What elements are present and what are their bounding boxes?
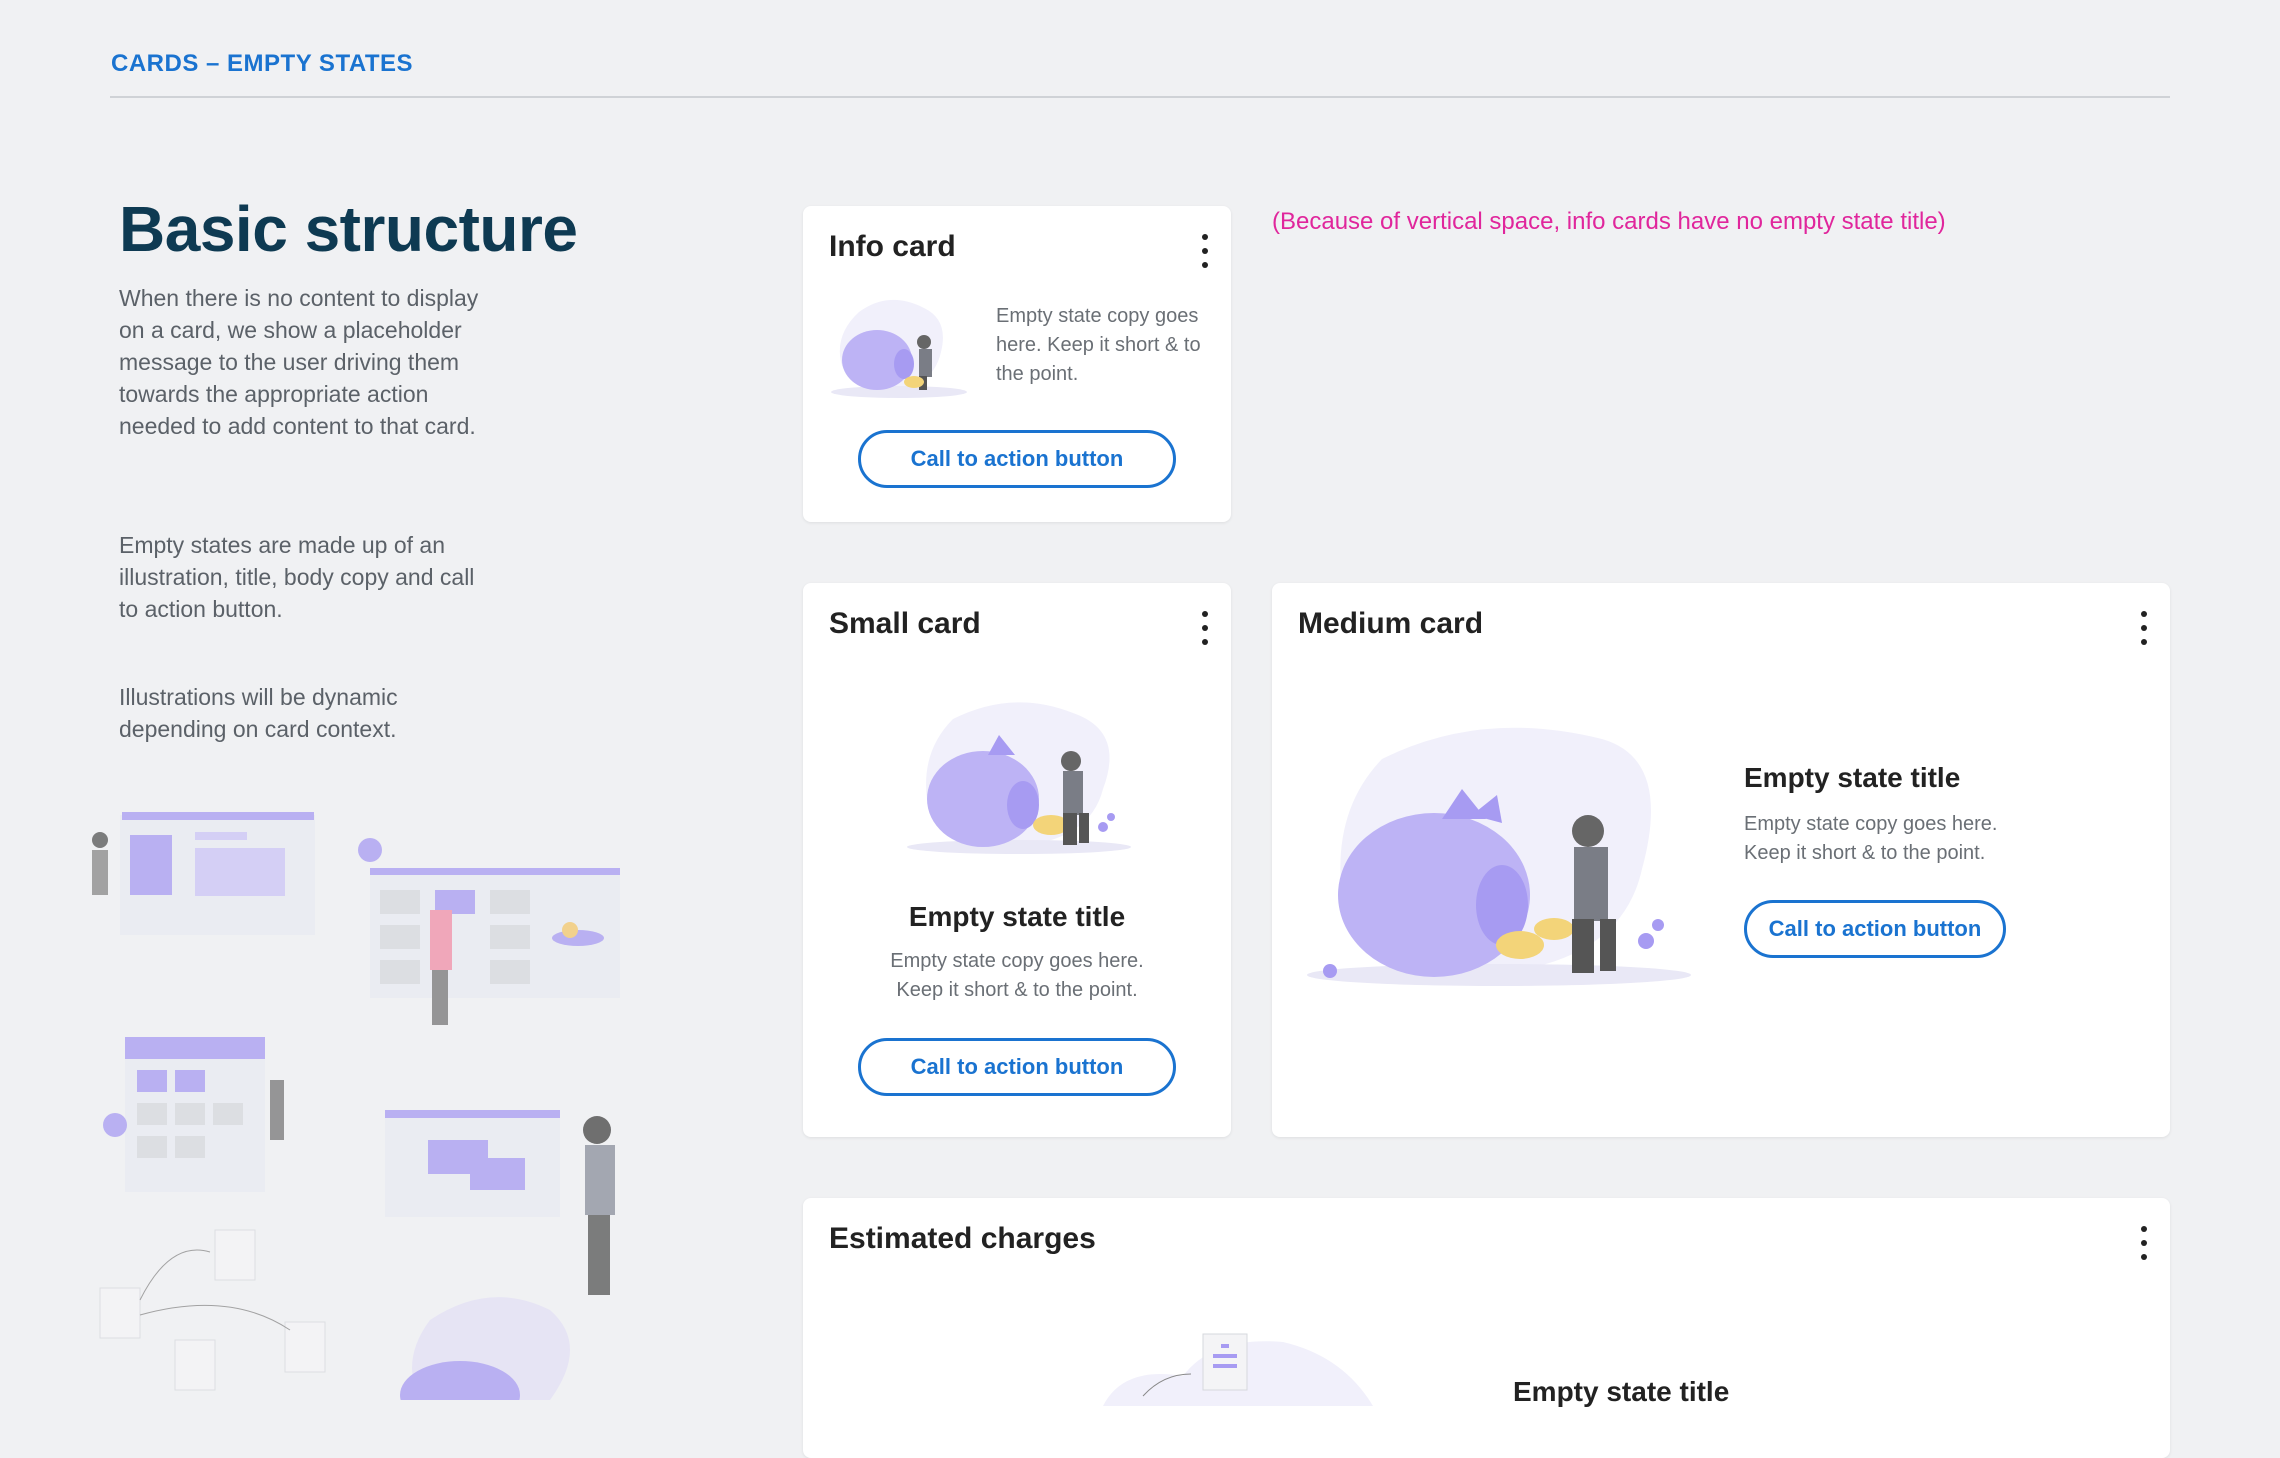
piggy-bank-illustration: [903, 695, 1135, 865]
call-to-action-button[interactable]: Call to action button: [858, 430, 1176, 488]
info-card-note: (Because of vertical space, info cards h…: [1272, 208, 1946, 235]
card-title: Medium card: [1298, 607, 1484, 640]
empty-state-title: Empty state title: [1513, 1376, 1730, 1407]
card-title: Estimated charges: [829, 1222, 1096, 1255]
piggy-bank-illustration: [1302, 719, 1696, 1003]
empty-state-title: Empty state title: [908, 901, 1126, 932]
header-divider: [110, 96, 2170, 98]
small-card: Small card Empty state title Empty state…: [803, 583, 1231, 1137]
empty-state-illustration: [1083, 1326, 1383, 1406]
section-title: Basic structure: [119, 193, 578, 265]
empty-state-copy: Empty state copy goes here. Keep it shor…: [996, 305, 1201, 385]
kebab-menu-icon[interactable]: [2138, 611, 2150, 645]
kebab-menu-icon[interactable]: [1199, 234, 1211, 268]
kebab-menu-icon[interactable]: [2138, 1226, 2150, 1260]
card-title: Info card: [829, 230, 956, 263]
empty-states-illustration-collage: [70, 800, 630, 1429]
estimated-charges-card: Estimated charges Empty state title: [803, 1198, 2170, 1458]
intro-paragraph-3: Illustrations will be dynamic depending …: [119, 684, 398, 742]
info-card: Info card Empty state copy goes here. Ke…: [803, 206, 1231, 522]
empty-state-copy: Empty state copy goes here. Keep it shor…: [890, 950, 1144, 1001]
piggy-bank-illustration: [829, 292, 969, 404]
page-header-title: CARDS – EMPTY STATES: [111, 50, 414, 77]
empty-state-copy: Empty state copy goes here. Keep it shor…: [1744, 813, 1998, 864]
intro-paragraph-2: Empty states are made up of an illustrat…: [119, 532, 475, 622]
intro-paragraph-1: When there is no content to display on a…: [119, 285, 479, 439]
medium-card: Medium card Empty state title Empty stat…: [1272, 583, 2170, 1137]
card-title: Small card: [829, 607, 981, 640]
kebab-menu-icon[interactable]: [1199, 611, 1211, 645]
call-to-action-button[interactable]: Call to action button: [1744, 900, 2006, 958]
call-to-action-button[interactable]: Call to action button: [858, 1038, 1176, 1096]
empty-state-title: Empty state title: [1744, 762, 1961, 793]
